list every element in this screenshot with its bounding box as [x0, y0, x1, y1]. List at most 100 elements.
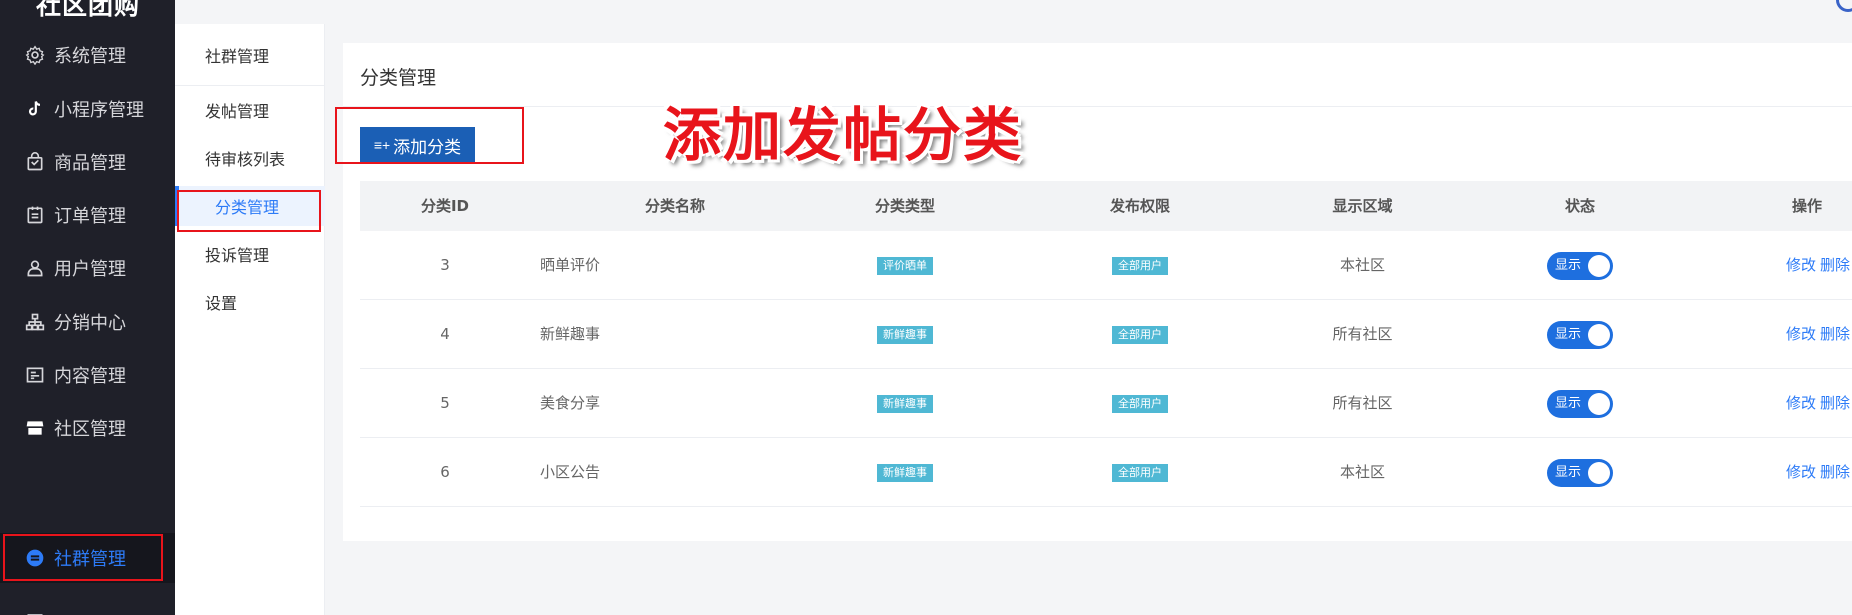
permission-tag: 全部用户	[1112, 256, 1168, 275]
highlight-box-add-button	[335, 107, 524, 164]
status-toggle[interactable]: 显示	[1547, 320, 1613, 349]
cell-area: 所有社区	[1332, 325, 1393, 343]
permission-tag: 全部用户	[1112, 463, 1168, 482]
col-header-name: 分类名称	[644, 197, 705, 215]
cell-type: 新鲜趣事	[820, 369, 990, 438]
divider	[343, 106, 1852, 107]
delete-link[interactable]: 删除	[1820, 256, 1850, 274]
status-toggle[interactable]: 显示	[1547, 251, 1613, 280]
sidebar-item-community[interactable]: 社区管理	[0, 403, 175, 453]
sidebar-item-label: 系统管理	[54, 46, 126, 67]
delete-link[interactable]: 删除	[1820, 394, 1850, 412]
cell-actions: 修改 删除	[1725, 231, 1852, 300]
bag-icon	[24, 151, 46, 173]
col-header-id: 分类ID	[420, 197, 470, 215]
sidebar-item-goods[interactable]: 商品管理	[0, 137, 175, 187]
cell-id: 4	[440, 325, 450, 343]
delete-link[interactable]: 删除	[1820, 325, 1850, 343]
gear-icon	[24, 44, 46, 66]
cell-name: 美食分享	[540, 394, 601, 412]
cell-name: 晒单评价	[540, 256, 601, 274]
page-title: 分类管理	[360, 67, 437, 89]
clipboard-icon	[24, 204, 46, 226]
cell-actions: 修改 删除	[1725, 438, 1852, 507]
permission-tag: 全部用户	[1112, 394, 1168, 413]
tiktok-icon	[24, 98, 46, 120]
cell-status: 显示	[1435, 369, 1725, 438]
main-panel: 分类管理 ≡+ 添加分类 添加发帖分类 分类ID 分类名称 分类类型 发布权限 …	[343, 43, 1852, 541]
sidebar-item-users[interactable]: 用户管理	[0, 243, 175, 293]
table-row: 3 晒单评价 评价晒单 全部用户 本社区 显示 修改 删除	[360, 231, 1852, 300]
col-header-actions: 操作	[1791, 197, 1822, 215]
avatar[interactable]	[1836, 0, 1852, 12]
cell-name: 小区公告	[540, 463, 601, 481]
cell-status: 显示	[1435, 300, 1725, 369]
edit-link[interactable]: 修改	[1786, 325, 1816, 343]
sidebar-item-label: 商品管理	[54, 153, 126, 174]
sidebar-item-miniprogram[interactable]: 小程序管理	[0, 84, 175, 134]
sidebar-item-label: 用户管理	[54, 259, 126, 280]
cell-id: 6	[440, 463, 450, 481]
status-toggle[interactable]: 显示	[1547, 458, 1613, 487]
cell-id: 5	[440, 394, 450, 412]
sidebar-item-orders[interactable]: 订单管理	[0, 190, 175, 240]
main-sidebar: 社区团购 系统管理 小程序管理 商品管理 订单管理 用户管理 分销中心 内容管理…	[0, 0, 175, 615]
cell-name: 新鲜趣事	[540, 325, 601, 343]
col-header-permission: 发布权限	[1109, 197, 1170, 215]
highlight-box-submenu	[177, 190, 321, 232]
cell-area: 本社区	[1339, 256, 1385, 274]
sidebar-item-label: 订单管理	[54, 206, 126, 227]
sidebar-item-system[interactable]: 系统管理	[0, 30, 175, 80]
cell-type: 评价晒单	[820, 231, 990, 300]
submenu-item-posts[interactable]: 发帖管理	[175, 90, 325, 130]
col-header-status: 状态	[1564, 197, 1595, 215]
submenu-header: 社群管理	[175, 24, 325, 86]
type-tag: 评价晒单	[877, 256, 933, 275]
sidebar-item-label: 分销中心	[54, 313, 126, 334]
sidebar-item-label: 小程序管理	[54, 100, 144, 121]
submenu: 社群管理 发帖管理 待审核列表 分类管理 投诉管理 设置	[175, 24, 325, 615]
user-icon	[24, 257, 46, 279]
type-tag: 新鲜趣事	[877, 325, 933, 344]
submenu-item-complaints[interactable]: 投诉管理	[175, 234, 325, 274]
menu-icon	[24, 604, 46, 615]
cell-status: 显示	[1435, 231, 1725, 300]
toggle-knob	[1588, 323, 1610, 346]
app-logo: 社区团购	[36, 0, 141, 20]
edit-link[interactable]: 修改	[1786, 463, 1816, 481]
cell-permission: 全部用户	[990, 231, 1290, 300]
toggle-knob	[1588, 392, 1610, 415]
edit-link[interactable]: 修改	[1786, 256, 1816, 274]
highlight-box-sidebar	[3, 534, 163, 581]
table-row: 5 美食分享 新鲜趣事 全部用户 所有社区 显示 修改 删除	[360, 369, 1852, 438]
submenu-item-pending[interactable]: 待审核列表	[175, 138, 325, 178]
cell-area: 本社区	[1339, 463, 1385, 481]
cell-permission: 全部用户	[990, 369, 1290, 438]
submenu-item-settings[interactable]: 设置	[175, 282, 325, 322]
cell-status: 显示	[1435, 438, 1725, 507]
sidebar-item-distribution[interactable]: 分销中心	[0, 297, 175, 347]
type-tag: 新鲜趣事	[877, 463, 933, 482]
cell-type: 新鲜趣事	[820, 300, 990, 369]
sidebar-item-content[interactable]: 内容管理	[0, 350, 175, 400]
cell-actions: 修改 删除	[1725, 369, 1852, 438]
cell-permission: 全部用户	[990, 438, 1290, 507]
status-toggle[interactable]: 显示	[1547, 389, 1613, 418]
store-icon	[24, 417, 46, 439]
table-header: 分类ID 分类名称 分类类型 发布权限 显示区域 状态 操作	[360, 181, 1852, 231]
permission-tag: 全部用户	[1112, 325, 1168, 344]
cell-permission: 全部用户	[990, 300, 1290, 369]
cell-area: 所有社区	[1332, 394, 1393, 412]
edit-link[interactable]: 修改	[1786, 394, 1816, 412]
delete-link[interactable]: 删除	[1820, 463, 1850, 481]
toggle-knob	[1588, 461, 1610, 484]
cell-id: 3	[440, 256, 450, 274]
org-chart-icon	[24, 311, 46, 333]
category-table: 分类ID 分类名称 分类类型 发布权限 显示区域 状态 操作 3 晒单评价 评价晒单…	[360, 181, 1852, 507]
table-row: 6 小区公告 新鲜趣事 全部用户 本社区 显示 修改 删除	[360, 438, 1852, 507]
article-icon	[24, 364, 46, 386]
sidebar-item-label: 内容管理	[54, 366, 126, 387]
sidebar-item-label: 社区管理	[54, 419, 126, 440]
cell-actions: 修改 删除	[1725, 300, 1852, 369]
sidebar-item-more[interactable]	[0, 600, 175, 615]
